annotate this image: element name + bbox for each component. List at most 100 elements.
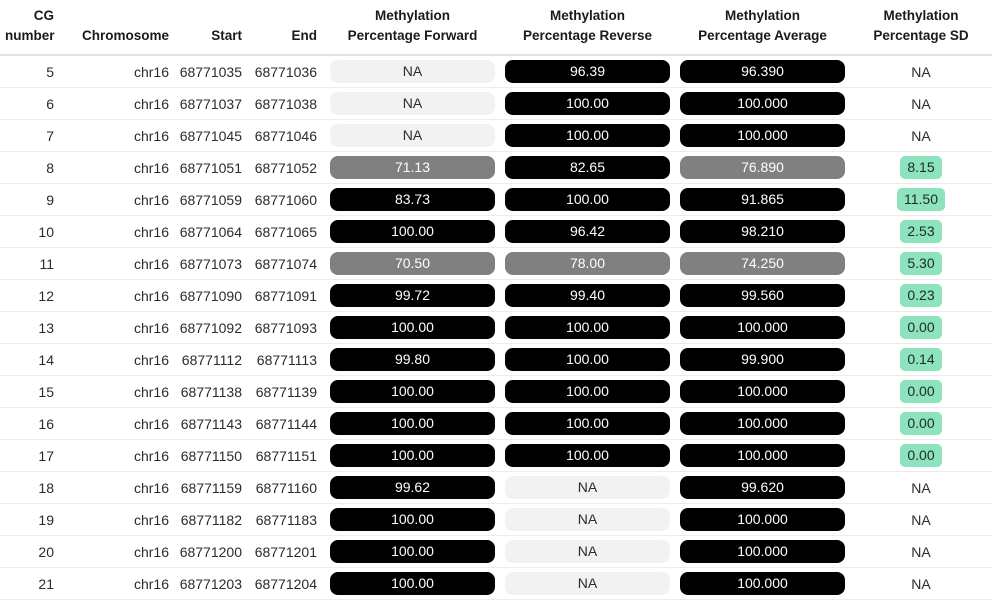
cell-meth-sd: 0.00 xyxy=(850,439,992,473)
column-header-cg-number-line2: number xyxy=(5,27,55,43)
cell-meth-forward-pill: NA xyxy=(330,60,495,84)
cell-meth-forward: 100.00 xyxy=(325,535,500,569)
table-row: 21 chr16 68771203 68771204 100.00 NA 100.000 NA xyxy=(0,567,992,600)
cell-chromosome: chr16 xyxy=(70,439,175,473)
cell-meth-forward-pill: 100.00 xyxy=(330,540,495,564)
cell-meth-forward: 71.13 xyxy=(325,151,500,185)
table-row: 10 chr16 68771064 68771065 100.00 96.42 98.210… xyxy=(0,215,992,249)
cell-meth-reverse: NA xyxy=(500,471,675,505)
cell-chromosome: chr16 xyxy=(70,119,175,153)
cell-meth-reverse: 96.39 xyxy=(500,55,675,89)
table-row: 5 chr16 68771035 68771036 NA 96.39 96.390 NA xyxy=(0,55,992,89)
column-header-end[interactable]: End xyxy=(250,0,325,57)
cell-meth-sd: 11.50 xyxy=(850,183,992,217)
cell-end: 68771144 xyxy=(250,407,325,441)
cell-cg-number: 15 xyxy=(0,375,70,409)
cell-chromosome: chr16 xyxy=(70,247,175,281)
cell-meth-forward: 100.00 xyxy=(325,567,500,600)
table-row: 8 chr16 68771051 68771052 71.13 82.65 76.890 8.… xyxy=(0,151,992,185)
cell-meth-average: 98.210 xyxy=(675,215,850,249)
table-row: 11 chr16 68771073 68771074 70.50 78.00 74.250 5… xyxy=(0,247,992,281)
cell-meth-forward-pill: NA xyxy=(330,92,495,116)
cell-cg-number: 13 xyxy=(0,311,70,345)
column-header-start[interactable]: Start xyxy=(175,0,250,57)
cell-meth-reverse: 99.40 xyxy=(500,279,675,313)
column-header-meth-forward[interactable]: Methylation Percentage Forward xyxy=(325,0,500,57)
cell-meth-reverse: 100.00 xyxy=(500,375,675,409)
cell-meth-reverse: 96.42 xyxy=(500,215,675,249)
cell-meth-forward-pill: 100.00 xyxy=(330,220,495,244)
column-header-cg-number[interactable]: CG number xyxy=(0,0,70,57)
cell-chromosome: chr16 xyxy=(70,407,175,441)
sd-value-text: NA xyxy=(911,479,931,496)
cell-start: 68771182 xyxy=(175,503,250,537)
cell-meth-average-pill: 100.000 xyxy=(680,572,845,596)
sd-value-badge: 11.50 xyxy=(897,188,945,212)
column-header-meth-sd[interactable]: Methylation Percentage SD xyxy=(850,0,992,57)
cell-meth-average: 100.000 xyxy=(675,439,850,473)
cell-cg-number: 5 xyxy=(0,55,70,89)
sd-value-text: NA xyxy=(911,543,931,560)
cell-meth-forward: 70.50 xyxy=(325,247,500,281)
cell-meth-sd: NA xyxy=(850,119,992,153)
cell-meth-sd: 5.30 xyxy=(850,247,992,281)
cell-chromosome: chr16 xyxy=(70,535,175,569)
cell-cg-number: 11 xyxy=(0,247,70,281)
sd-value-badge: 0.00 xyxy=(900,316,942,340)
cell-end: 68771204 xyxy=(250,567,325,600)
cell-meth-average: 100.000 xyxy=(675,535,850,569)
cell-meth-sd: 0.00 xyxy=(850,407,992,441)
cell-meth-sd: 0.23 xyxy=(850,279,992,313)
cell-cg-number: 18 xyxy=(0,471,70,505)
cell-meth-average-pill: 100.000 xyxy=(680,412,845,436)
cell-meth-reverse: NA xyxy=(500,503,675,537)
cell-meth-average-pill: 98.210 xyxy=(680,220,845,244)
cell-cg-number: 14 xyxy=(0,343,70,377)
cell-end: 68771139 xyxy=(250,375,325,409)
cell-meth-forward: 100.00 xyxy=(325,503,500,537)
cell-meth-average: 74.250 xyxy=(675,247,850,281)
column-header-meth-reverse[interactable]: Methylation Percentage Reverse xyxy=(500,0,675,57)
cell-meth-reverse-pill: NA xyxy=(505,476,670,500)
cell-cg-number: 9 xyxy=(0,183,70,217)
cell-start: 68771159 xyxy=(175,471,250,505)
cell-meth-reverse-pill: NA xyxy=(505,572,670,596)
cell-chromosome: chr16 xyxy=(70,503,175,537)
table-row: 15 chr16 68771138 68771139 100.00 100.00 100.0… xyxy=(0,375,992,409)
cell-cg-number: 7 xyxy=(0,119,70,153)
sd-value-badge: 0.23 xyxy=(900,284,942,308)
cell-meth-reverse-pill: 78.00 xyxy=(505,252,670,276)
cell-end: 68771183 xyxy=(250,503,325,537)
cell-cg-number: 10 xyxy=(0,215,70,249)
cell-meth-sd: NA xyxy=(850,471,992,505)
cell-meth-forward-pill: 100.00 xyxy=(330,380,495,404)
cell-meth-reverse-pill: 96.42 xyxy=(505,220,670,244)
column-header-chromosome[interactable]: Chromosome xyxy=(70,0,175,57)
cell-meth-forward-pill: 83.73 xyxy=(330,188,495,212)
column-header-meth-average-line1: Methylation xyxy=(724,8,800,23)
cell-chromosome: chr16 xyxy=(70,343,175,377)
sd-value-text: NA xyxy=(911,575,931,592)
cell-meth-forward: 100.00 xyxy=(325,407,500,441)
cell-chromosome: chr16 xyxy=(70,567,175,600)
table-row: 17 chr16 68771150 68771151 100.00 100.00 100.0… xyxy=(0,439,992,473)
cell-meth-average-pill: 100.000 xyxy=(680,316,845,340)
cell-start: 68771051 xyxy=(175,151,250,185)
sd-value-badge: 0.00 xyxy=(900,412,942,436)
cell-end: 68771113 xyxy=(250,343,325,377)
column-header-meth-average[interactable]: Methylation Percentage Average xyxy=(675,0,850,57)
cell-chromosome: chr16 xyxy=(70,311,175,345)
table-row: 12 chr16 68771090 68771091 99.72 99.40 99.560 0… xyxy=(0,279,992,313)
cell-meth-reverse-pill: NA xyxy=(505,508,670,532)
cell-meth-average-pill: 99.900 xyxy=(680,348,845,372)
cell-start: 68771112 xyxy=(175,343,250,377)
cell-meth-average: 100.000 xyxy=(675,567,850,600)
cell-meth-reverse-pill: 100.00 xyxy=(505,412,670,436)
column-header-meth-sd-line2: Percentage SD xyxy=(873,27,969,43)
cell-meth-reverse: 100.00 xyxy=(500,407,675,441)
cell-cg-number: 20 xyxy=(0,535,70,569)
cell-meth-average: 100.000 xyxy=(675,407,850,441)
cell-meth-reverse-pill: 99.40 xyxy=(505,284,670,308)
cell-meth-sd: 0.00 xyxy=(850,375,992,409)
cell-meth-reverse-pill: NA xyxy=(505,540,670,564)
